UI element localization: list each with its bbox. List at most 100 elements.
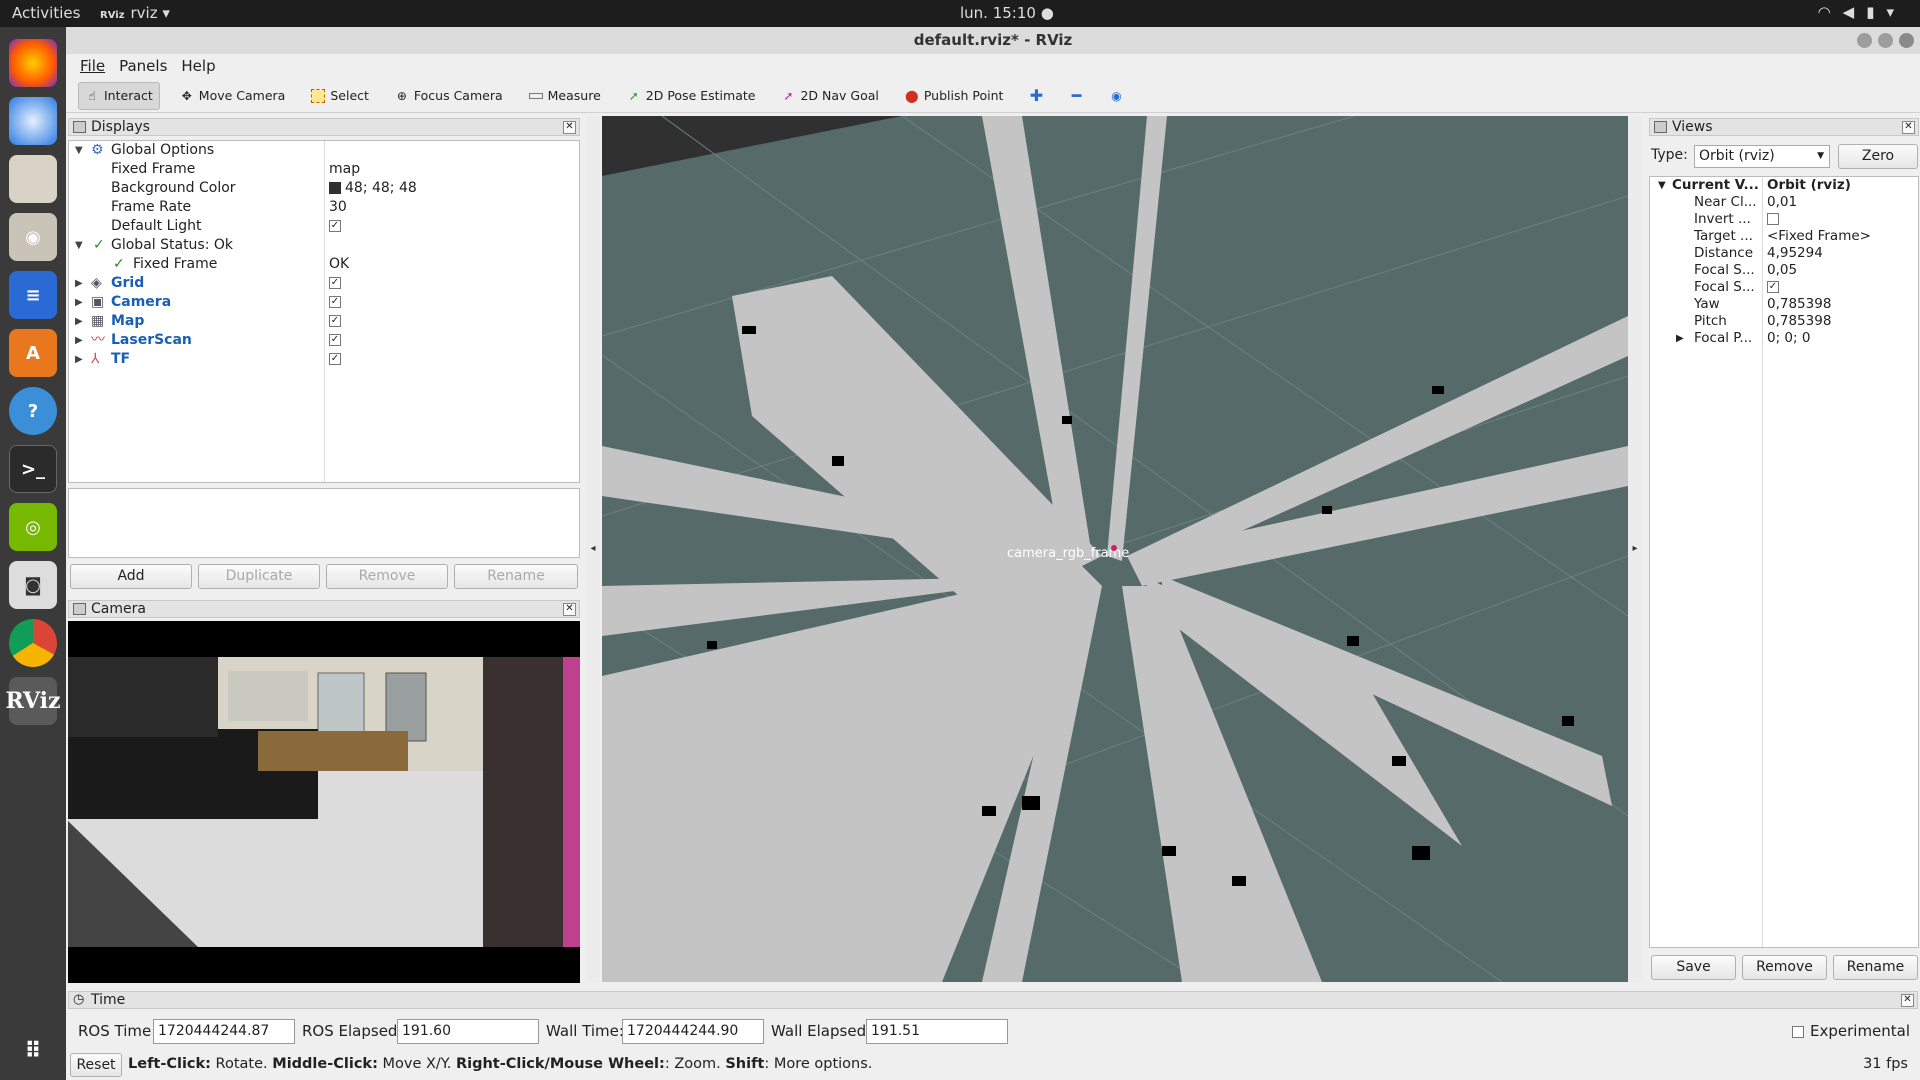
2d-nav-goal-tool-button[interactable]: ➚ 2D Nav Goal [775, 82, 884, 110]
collapse-arrow-icon[interactable]: ▶ [75, 274, 83, 293]
app-menu[interactable]: RViz rviz ▾ [100, 4, 170, 22]
thunderbird-icon[interactable] [9, 97, 57, 145]
background-color-row[interactable]: Background Color 48; 48; 48 [69, 179, 579, 198]
nvidia-icon[interactable]: ◎ [9, 503, 57, 551]
show-applications-icon[interactable]: ⠿ [9, 1027, 57, 1075]
pitch-row[interactable]: Pitch 0,785398 [1650, 313, 1918, 330]
expand-arrow-icon[interactable]: ▼ [1658, 177, 1666, 194]
target-frame-value[interactable]: <Fixed Frame> [1767, 228, 1871, 245]
writer-icon[interactable]: ≡ [9, 271, 57, 319]
move-camera-tool-button[interactable]: ✥ Move Camera [174, 82, 292, 110]
global-options-row[interactable]: ▼ ⚙ Global Options [69, 141, 579, 160]
map-enabled-checkbox[interactable]: ✓ [329, 312, 341, 331]
target-frame-row[interactable]: Target ... <Fixed Frame> [1650, 228, 1918, 245]
rename-view-button[interactable]: Rename [1833, 955, 1918, 980]
help-icon[interactable]: ? [9, 387, 57, 435]
ros-elapsed-field[interactable]: 191.60 [397, 1019, 539, 1044]
laserscan-enabled-checkbox[interactable]: ✓ [329, 331, 341, 350]
view-type-select[interactable]: Orbit (rviz) ▼ [1694, 145, 1830, 168]
zero-view-button[interactable]: Zero [1838, 144, 1918, 169]
global-status-row[interactable]: ▼ ✓ Global Status: Ok [69, 236, 579, 255]
focus-camera-tool-button[interactable]: ⊕ Focus Camera [389, 82, 509, 110]
left-panel-splitter[interactable]: ◂ [586, 116, 600, 982]
focal-shape-size-row[interactable]: Focal S... 0,05 [1650, 262, 1918, 279]
wall-elapsed-field[interactable]: 191.51 [866, 1019, 1008, 1044]
collapse-arrow-icon[interactable]: ▶ [75, 293, 83, 312]
terminal-icon[interactable]: >_ [9, 445, 57, 493]
display-map-row[interactable]: ▶ ▦ Map ✓ [69, 312, 579, 331]
focal-point-value[interactable]: 0; 0; 0 [1767, 330, 1810, 347]
close-panel-icon[interactable]: ✕ [563, 121, 576, 134]
ros-time-field[interactable]: 1720444244.87 [153, 1019, 295, 1044]
files-icon[interactable] [9, 155, 57, 203]
screenshot-icon[interactable]: ◙ [9, 561, 57, 609]
wall-time-field[interactable]: 1720444244.90 [622, 1019, 764, 1044]
publish-point-tool-button[interactable]: ⬤ Publish Point [899, 82, 1010, 110]
current-view-row[interactable]: ▼ Current V... Orbit (rviz) [1650, 177, 1918, 194]
collapse-arrow-icon[interactable]: ▶ [75, 331, 83, 350]
right-panel-splitter[interactable]: ▸ [1628, 116, 1642, 982]
pitch-value[interactable]: 0,785398 [1767, 313, 1831, 330]
close-panel-icon[interactable]: ✕ [1902, 121, 1915, 134]
remove-tool-button[interactable]: ━ [1063, 82, 1089, 110]
tf-enabled-checkbox[interactable]: ✓ [329, 350, 341, 369]
menu-file[interactable]: File [76, 54, 109, 79]
display-camera-row[interactable]: ▶ ▣ Camera ✓ [69, 293, 579, 312]
expand-arrow-icon[interactable]: ▼ [75, 141, 83, 160]
default-light-row[interactable]: Default Light ✓ [69, 217, 579, 236]
duplicate-display-button[interactable]: Duplicate [198, 564, 320, 589]
maximize-icon[interactable] [1878, 33, 1893, 48]
reset-button[interactable]: Reset [70, 1053, 122, 1077]
save-view-button[interactable]: Save [1651, 955, 1736, 980]
tool-properties-button[interactable]: ◉ [1103, 82, 1129, 110]
system-tray[interactable]: ◠◀▮▾ [1818, 3, 1906, 21]
focal-shape-fixed-row[interactable]: Focal S... ✓ [1650, 279, 1918, 296]
rhythmbox-icon[interactable]: ◉ [9, 213, 57, 261]
collapse-arrow-icon[interactable]: ▶ [1676, 330, 1684, 347]
add-display-button[interactable]: Add [70, 564, 192, 589]
rviz-icon[interactable]: RViz [5, 677, 61, 725]
focal-shape-fixed-checkbox[interactable]: ✓ [1767, 279, 1779, 296]
close-window-icon[interactable] [1899, 33, 1914, 48]
minimize-icon[interactable] [1857, 33, 1872, 48]
activities-button[interactable]: Activities [12, 4, 80, 22]
collapse-arrow-icon[interactable]: ▶ [75, 312, 83, 331]
interact-tool-button[interactable]: ☝ Interact [78, 81, 160, 110]
display-laserscan-row[interactable]: ▶ 〰 LaserScan ✓ [69, 331, 579, 350]
distance-value[interactable]: 4,95294 [1767, 245, 1823, 262]
collapse-arrow-icon[interactable]: ▶ [75, 350, 83, 369]
firefox-icon[interactable] [9, 39, 57, 87]
invert-row[interactable]: Invert ... [1650, 211, 1918, 228]
close-panel-icon[interactable]: ✕ [1901, 994, 1914, 1007]
frame-rate-row[interactable]: Frame Rate 30 [69, 198, 579, 217]
menu-panels[interactable]: Panels [115, 54, 171, 79]
menu-help[interactable]: Help [177, 54, 219, 79]
rename-display-button[interactable]: Rename [454, 564, 578, 589]
near-clip-value[interactable]: 0,01 [1767, 194, 1797, 211]
2d-pose-estimate-tool-button[interactable]: ➚ 2D Pose Estimate [621, 82, 762, 110]
fixed-frame-row[interactable]: Fixed Frame map [69, 160, 579, 179]
select-tool-button[interactable]: Select [305, 82, 375, 110]
background-color-value[interactable]: 48; 48; 48 [329, 179, 417, 198]
display-grid-row[interactable]: ▶ ◈ Grid ✓ [69, 274, 579, 293]
3d-render-viewport[interactable]: camera_rgb_frame [602, 116, 1628, 982]
frame-rate-value[interactable]: 30 [329, 198, 347, 217]
measure-tool-button[interactable]: Measure [523, 82, 607, 110]
near-clip-row[interactable]: Near Cl... 0,01 [1650, 194, 1918, 211]
yaw-value[interactable]: 0,785398 [1767, 296, 1831, 313]
yaw-row[interactable]: Yaw 0,785398 [1650, 296, 1918, 313]
distance-row[interactable]: Distance 4,95294 [1650, 245, 1918, 262]
invert-checkbox[interactable] [1767, 211, 1779, 228]
expand-arrow-icon[interactable]: ▼ [75, 236, 83, 255]
experimental-checkbox[interactable] [1792, 1024, 1804, 1040]
remove-view-button[interactable]: Remove [1742, 955, 1827, 980]
focal-point-row[interactable]: ▶ Focal P... 0; 0; 0 [1650, 330, 1918, 347]
clock[interactable]: lun. 15:10 ● [960, 4, 1054, 22]
add-tool-button[interactable]: ✚ [1023, 82, 1049, 110]
display-tf-row[interactable]: ▶ ⅄ TF ✓ [69, 350, 579, 369]
status-fixed-frame-row[interactable]: ✓ Fixed Frame OK [69, 255, 579, 274]
chrome-icon[interactable] [9, 619, 57, 667]
remove-display-button[interactable]: Remove [326, 564, 448, 589]
camera-enabled-checkbox[interactable]: ✓ [329, 293, 341, 312]
focal-shape-size-value[interactable]: 0,05 [1767, 262, 1797, 279]
